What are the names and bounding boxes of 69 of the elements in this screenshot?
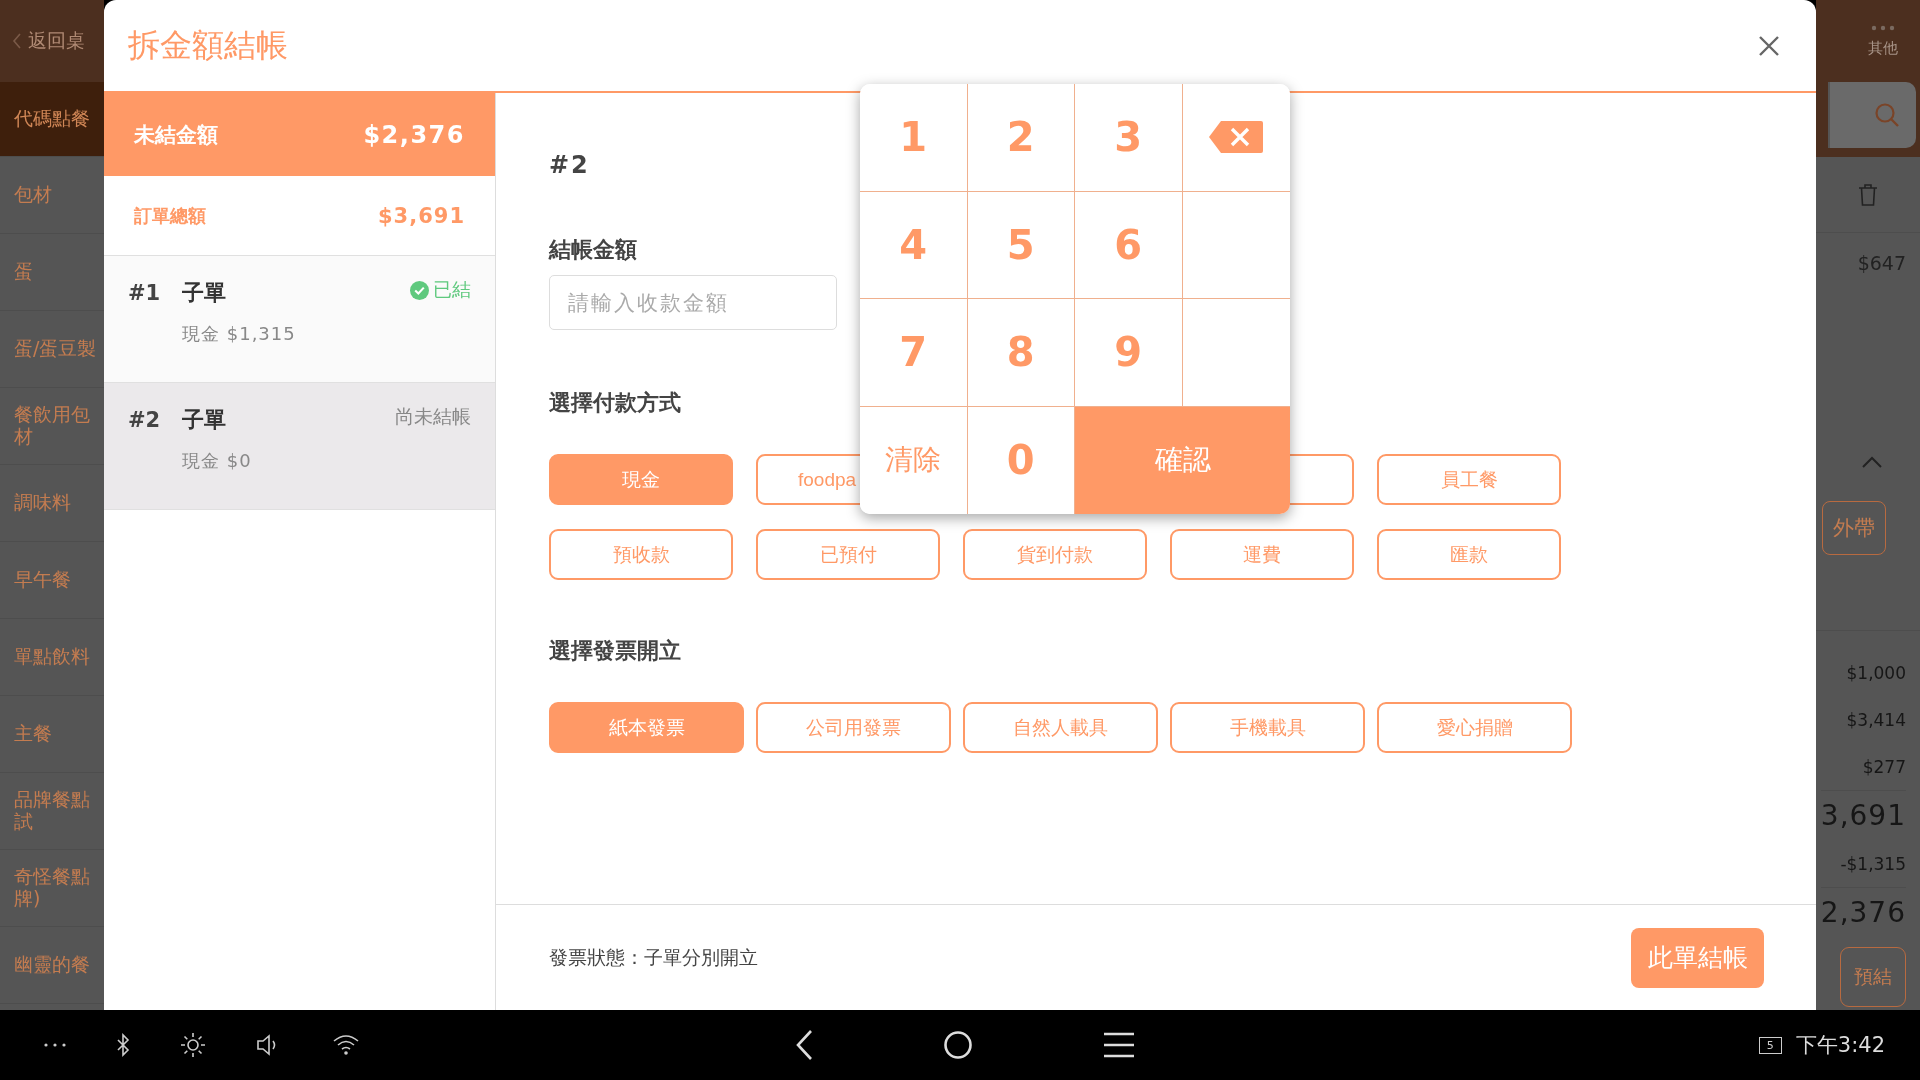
invoice-type-button[interactable]: 紙本發票 (549, 702, 744, 753)
more-label: 其他 (1868, 38, 1898, 58)
sub-order-status: 尚未結帳 (395, 404, 471, 429)
summary-amount: $277 (1862, 755, 1906, 779)
notification-count[interactable]: 5 (1758, 1036, 1782, 1054)
section-heading: 結帳金額 (549, 236, 637, 264)
payment-method-button[interactable]: 預收款 (549, 529, 733, 580)
digit-key[interactable]: 6 (1075, 191, 1183, 299)
chevron-left-icon (12, 32, 22, 50)
order-total-label: 訂單總額 (134, 203, 206, 228)
brightness-icon[interactable] (180, 1032, 206, 1058)
digit-key[interactable]: 3 (1075, 84, 1183, 192)
unpaid-label: 未結金額 (134, 121, 218, 149)
order-total-amount: $3,691 (377, 203, 465, 228)
prebill-button[interactable]: 預結 (1840, 947, 1906, 1007)
digit-key[interactable]: 5 (967, 191, 1075, 299)
digit-key[interactable]: 0 (967, 406, 1075, 514)
sub-order-row[interactable]: #2 子單 尚未結帳 現金 $0 (104, 383, 495, 510)
summary-amount: $1,000 (1846, 661, 1906, 685)
amount-field[interactable]: 請輸入收款金額 (549, 275, 837, 330)
digit-key[interactable]: 7 (860, 299, 968, 407)
sub-order-status: 已結 (433, 277, 471, 302)
payment-method-button[interactable]: 運費 (1170, 529, 1354, 580)
payment-method-button[interactable]: 已預付 (756, 529, 940, 580)
confirm-key[interactable]: 確認 (1075, 406, 1290, 514)
checkout-button[interactable]: 此單結帳 (1631, 927, 1764, 988)
invoice-type-button[interactable]: 手機載具 (1170, 702, 1365, 753)
home-icon[interactable] (942, 1030, 973, 1060)
remaining-amount: 2,376 (1820, 887, 1906, 937)
search-field[interactable] (1828, 82, 1916, 148)
current-sub-order: #2 (549, 151, 591, 179)
sub-order-number: #1 (128, 281, 162, 305)
invoice-type-button[interactable]: 自然人載具 (963, 702, 1158, 753)
payment-method-button[interactable]: 現金 (549, 454, 733, 505)
paid-amount: -$1,315 (1840, 852, 1906, 876)
digit-key[interactable]: 9 (1075, 299, 1183, 407)
digit-key[interactable]: 2 (967, 84, 1075, 192)
section-heading: 選擇發票開立 (549, 637, 681, 665)
more-icon[interactable] (44, 1043, 66, 1047)
clear-key[interactable]: 清除 (860, 406, 968, 514)
clock-time: 下午3:42 (1795, 1032, 1885, 1059)
sub-order-row[interactable]: #1 子單 已結 現金 $1,315 (104, 256, 495, 383)
menu-icon[interactable] (1102, 1032, 1135, 1058)
payment-method-button[interactable]: 員工餐 (1377, 454, 1561, 505)
sub-order-number: #2 (128, 408, 162, 432)
takeout-button[interactable]: 外帶 (1822, 501, 1886, 555)
bluetooth-icon[interactable] (116, 1033, 130, 1057)
unpaid-amount: $2,376 (363, 120, 465, 149)
section-heading: 選擇付款方式 (549, 389, 681, 417)
invoice-type-button[interactable]: 公司用發票 (756, 702, 951, 753)
digit-key[interactable]: 4 (860, 191, 968, 299)
sub-order-payment: 現金 $0 (182, 449, 253, 473)
category-item[interactable]: 代碼點餐 (0, 82, 104, 157)
payment-method-button[interactable]: 匯款 (1377, 529, 1561, 580)
invoice-status-text: 發票狀態：子單分別開立 (549, 944, 758, 970)
sub-order-name: 子單 (182, 279, 227, 307)
close-icon[interactable] (1758, 34, 1780, 57)
order-total-amount: 3,691 (1820, 790, 1906, 840)
digit-key[interactable]: 1 (860, 84, 968, 192)
wifi-icon[interactable] (332, 1034, 360, 1056)
sub-order-name: 子單 (182, 406, 227, 434)
sub-order-payment: 現金 $1,315 (182, 322, 297, 346)
back-icon[interactable] (794, 1029, 813, 1061)
invoice-type-button[interactable]: 愛心捐贈 (1377, 702, 1572, 753)
payment-method-button[interactable]: 貨到付款 (963, 529, 1147, 580)
back-link[interactable]: 返回桌 (12, 28, 85, 54)
dialog-title: 拆金額結帳 (128, 24, 288, 66)
digit-key[interactable]: 8 (967, 299, 1075, 407)
summary-amount: $3,414 (1846, 708, 1906, 732)
